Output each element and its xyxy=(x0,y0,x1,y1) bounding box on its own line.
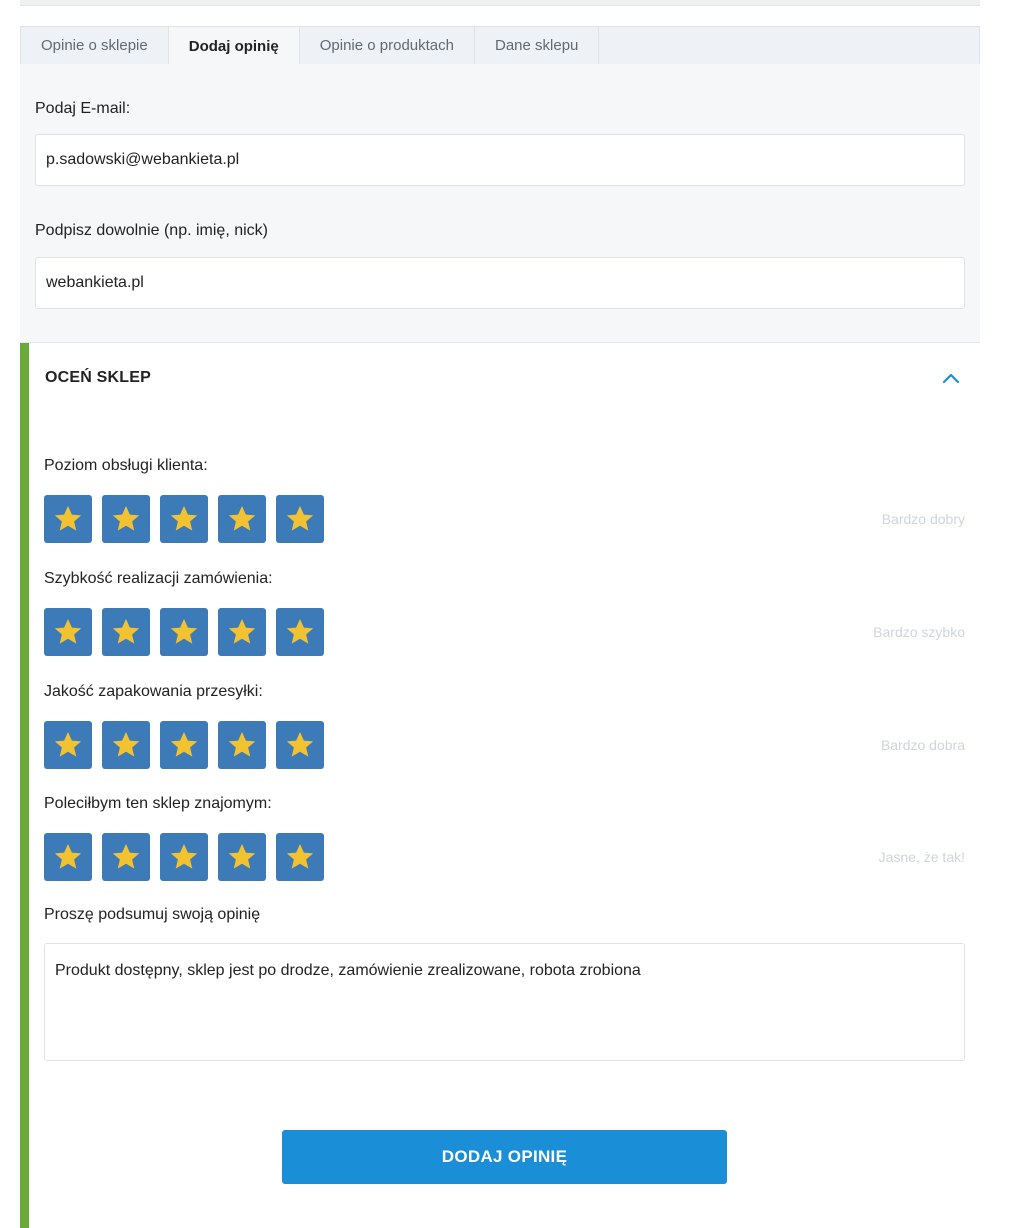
star-rating xyxy=(44,608,324,656)
tab-shop-details[interactable]: Dane sklepu xyxy=(475,27,600,64)
rating-description: Jasne, że tak! xyxy=(878,849,965,865)
star-button[interactable] xyxy=(160,608,208,656)
section-title: OCEŃ SKLEP xyxy=(45,369,152,386)
star-rating xyxy=(44,495,324,543)
question-label: Szybkość realizacji zamówienia: xyxy=(44,570,273,587)
email-field[interactable]: p.sadowski@webankieta.pl xyxy=(35,134,965,186)
tab-shop-reviews[interactable]: Opinie o sklepie xyxy=(21,27,169,64)
star-button[interactable] xyxy=(218,721,266,769)
star-button[interactable] xyxy=(102,495,150,543)
star-icon xyxy=(228,732,256,757)
star-icon xyxy=(170,506,198,531)
summary-textarea[interactable]: Produkt dostępny, sklep jest po drodze, … xyxy=(44,943,965,1061)
star-button[interactable] xyxy=(44,721,92,769)
star-rating xyxy=(44,721,324,769)
star-button[interactable] xyxy=(102,721,150,769)
star-rating xyxy=(44,833,324,881)
star-icon xyxy=(228,844,256,869)
star-icon xyxy=(54,506,82,531)
top-strip xyxy=(20,0,980,6)
star-button[interactable] xyxy=(44,833,92,881)
star-button[interactable] xyxy=(102,608,150,656)
star-icon xyxy=(112,506,140,531)
star-button[interactable] xyxy=(276,721,324,769)
star-icon xyxy=(170,619,198,644)
email-label: Podaj E-mail: xyxy=(35,100,131,117)
star-icon xyxy=(54,619,82,644)
star-icon xyxy=(286,506,314,531)
star-button[interactable] xyxy=(276,495,324,543)
star-button[interactable] xyxy=(160,721,208,769)
star-button[interactable] xyxy=(44,495,92,543)
star-icon xyxy=(228,619,256,644)
tab-product-reviews[interactable]: Opinie o produktach xyxy=(300,27,475,64)
chevron-up-icon[interactable] xyxy=(940,371,962,387)
section-accent-bar xyxy=(20,343,29,1228)
star-button[interactable] xyxy=(276,608,324,656)
star-icon xyxy=(286,844,314,869)
star-button[interactable] xyxy=(276,833,324,881)
star-button[interactable] xyxy=(44,608,92,656)
star-icon xyxy=(112,732,140,757)
star-button[interactable] xyxy=(102,833,150,881)
rating-description: Bardzo dobra xyxy=(880,737,965,753)
star-icon xyxy=(170,732,198,757)
question-label: Poleciłbym ten sklep znajomym: xyxy=(44,795,272,812)
signature-field[interactable]: webankieta.pl xyxy=(35,257,965,309)
rating-description: Bardzo dobry xyxy=(881,511,965,527)
add-review-button[interactable]: DODAJ OPINIĘ xyxy=(282,1130,727,1184)
rate-shop-section: OCEŃ SKLEP Poziom obsługi klienta: Bardzo… xyxy=(20,342,980,1228)
star-button[interactable] xyxy=(218,495,266,543)
question-label: Poziom obsługi klienta: xyxy=(44,457,208,474)
star-icon xyxy=(286,732,314,757)
star-button[interactable] xyxy=(160,495,208,543)
star-button[interactable] xyxy=(218,608,266,656)
star-icon xyxy=(112,844,140,869)
rating-description: Bardzo szybko xyxy=(873,624,965,640)
question-label: Jakość zapakowania przesyłki: xyxy=(44,683,263,700)
star-icon xyxy=(54,732,82,757)
summary-label: Proszę podsumuj swoją opinię xyxy=(44,906,261,923)
tab-add-review[interactable]: Dodaj opinię xyxy=(168,27,300,65)
star-icon xyxy=(54,844,82,869)
contact-form: Podaj E-mail: p.sadowski@webankieta.pl P… xyxy=(20,64,980,342)
signature-label: Podpisz dowolnie (np. imię, nick) xyxy=(35,222,268,239)
tab-bar: Opinie o sklepie Dodaj opinię Opinie o p… xyxy=(20,26,980,65)
star-icon xyxy=(286,619,314,644)
star-icon xyxy=(228,506,256,531)
star-icon xyxy=(112,619,140,644)
star-icon xyxy=(170,844,198,869)
star-button[interactable] xyxy=(218,833,266,881)
star-button[interactable] xyxy=(160,833,208,881)
